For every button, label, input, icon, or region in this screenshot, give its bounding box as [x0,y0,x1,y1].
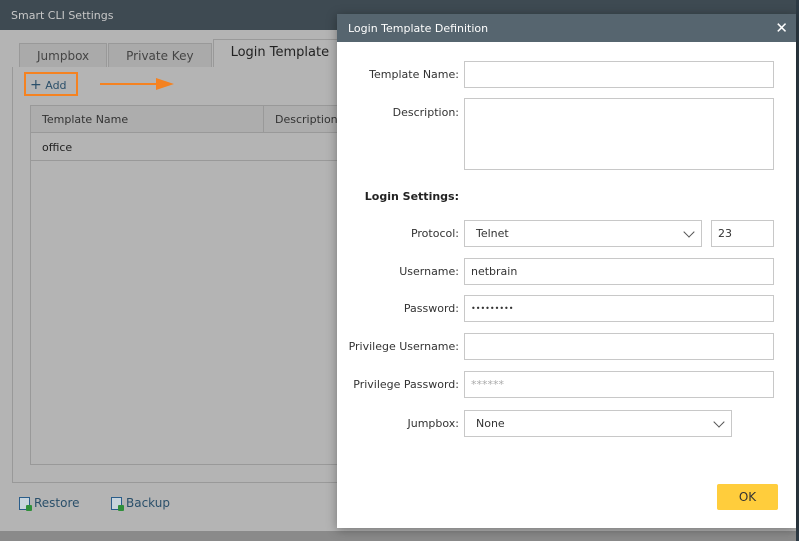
template-name-label: Template Name: [369,68,459,81]
privilege-password-input[interactable]: ****** [464,371,774,398]
description-label: Description: [392,106,459,119]
password-input[interactable]: ••••••••• [464,295,774,322]
dialog-title: Login Template Definition [348,22,489,35]
arrow-annotation-icon [100,78,174,90]
tab-jumpbox[interactable]: Jumpbox [19,43,108,67]
jumpbox-value: None [476,417,505,430]
jumpbox-select[interactable]: None [464,410,732,437]
password-label: Password: [403,302,459,315]
backup-icon [111,496,124,511]
jumpbox-label: Jumpbox: [407,417,459,430]
add-button[interactable]: + Add [24,72,78,96]
privilege-password-label: Privilege Password: [353,378,459,391]
protocol-select[interactable]: Telnet [464,220,702,247]
port-input[interactable]: 23 [711,220,774,247]
tab-private-key[interactable]: Private Key [108,43,212,67]
plus-icon: + [30,77,42,93]
ok-button[interactable]: OK [717,484,778,510]
login-settings-heading: Login Settings: [364,190,459,203]
chevron-down-icon [683,225,695,238]
dialog-header: Login Template Definition ✕ [337,14,796,42]
template-name-input[interactable] [464,61,774,88]
login-template-definition-dialog: Login Template Definition ✕ Template Nam… [337,14,796,528]
restore-icon [19,496,32,511]
column-description[interactable]: Description [264,106,349,132]
protocol-value: Telnet [476,227,509,240]
description-textarea[interactable] [464,98,774,170]
backup-button[interactable]: Backup [111,496,170,511]
privilege-username-label: Privilege Username: [348,340,459,353]
protocol-label: Protocol: [410,227,459,240]
privilege-username-input[interactable] [464,333,774,360]
tab-login-template[interactable]: Login Template [212,39,348,67]
backup-label: Backup [126,496,170,510]
add-label: Add [45,79,67,92]
restore-label: Restore [34,496,80,510]
column-template-name[interactable]: Template Name [31,106,264,132]
username-input[interactable]: netbrain [464,258,774,285]
chevron-down-icon [713,415,725,428]
restore-button[interactable]: Restore [19,496,80,511]
tab-bar: Jumpbox Private Key Login Template [19,39,348,67]
username-label: Username: [399,265,459,278]
close-icon[interactable]: ✕ [775,19,788,37]
